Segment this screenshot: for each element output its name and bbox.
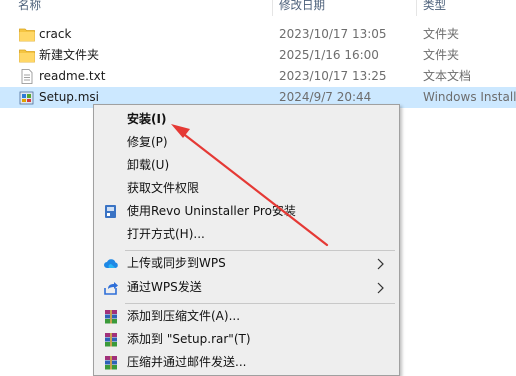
menu-item-label: 修复(P) <box>127 135 168 149</box>
menu-item-label: 添加到压缩文件(A)... <box>127 309 241 323</box>
menu-item-label: 打开方式(H)... <box>127 227 205 241</box>
menu-item-label: 卸载(U) <box>127 158 170 172</box>
cloud-icon <box>104 259 118 268</box>
file-type: 文件夹 <box>423 27 460 41</box>
column-name-header[interactable]: 名称 <box>18 0 41 13</box>
winrar-icon <box>105 310 117 324</box>
file-name: readme.txt <box>39 69 106 83</box>
chevron-right-icon <box>377 282 384 294</box>
menu-item-install[interactable]: 安装(I) <box>94 108 399 131</box>
file-date: 2023/10/17 13:25 <box>279 69 387 83</box>
menu-item-label: 添加到 "Setup.rar"(T) <box>127 332 251 346</box>
menu-item-uninstall[interactable]: 卸载(U) <box>94 154 399 177</box>
menu-item-upload-wps[interactable]: 上传或同步到WPS <box>94 252 399 275</box>
menu-item-send-wps[interactable]: 通过WPS发送 <box>94 276 399 299</box>
file-name: Setup.msi <box>39 90 100 104</box>
text-file-icon <box>21 69 33 84</box>
file-type: 文本文档 <box>423 69 472 83</box>
folder-icon <box>19 49 35 63</box>
winrar-icon <box>105 333 117 347</box>
menu-item-repair[interactable]: 修复(P) <box>94 131 399 154</box>
file-row-new-folder[interactable]: 新建文件夹 2025/1/16 16:00 文件夹 <box>0 45 516 66</box>
menu-item-label: 使用Revo Uninstaller Pro安装 <box>127 204 296 218</box>
revo-uninstaller-icon <box>105 205 116 218</box>
menu-item-label: 上传或同步到WPS <box>127 256 226 270</box>
file-type: 文件夹 <box>423 48 460 62</box>
menu-item-label: 安装(I) <box>127 112 167 126</box>
column-divider[interactable] <box>416 0 417 16</box>
file-row-crack[interactable]: crack 2023/10/17 13:05 文件夹 <box>0 24 516 45</box>
file-row-readme[interactable]: readme.txt 2023/10/17 13:25 文本文档 <box>0 66 516 87</box>
menu-item-label: 通过WPS发送 <box>127 280 202 294</box>
winrar-icon <box>105 356 117 370</box>
folder-icon <box>19 28 35 42</box>
msi-installer-icon <box>19 91 34 105</box>
menu-item-add-to-archive[interactable]: 添加到压缩文件(A)... <box>94 305 399 328</box>
context-menu: 安装(I) 修复(P) 卸载(U) 获取文件权限 使用Revo Uninstal… <box>93 104 400 376</box>
menu-item-add-to-rar[interactable]: 添加到 "Setup.rar"(T) <box>94 328 399 351</box>
column-header: 名称 修改日期 类型 <box>0 0 516 16</box>
menu-item-label: 压缩并通过邮件发送... <box>127 355 247 369</box>
menu-item-revo-uninstaller[interactable]: 使用Revo Uninstaller Pro安装 <box>94 200 399 223</box>
file-type: Windows Install... <box>423 90 516 104</box>
column-divider[interactable] <box>272 0 273 16</box>
menu-item-open-with[interactable]: 打开方式(H)... <box>94 223 399 246</box>
menu-item-label: 获取文件权限 <box>127 181 200 195</box>
share-icon <box>104 282 118 295</box>
chevron-right-icon <box>377 258 384 270</box>
menu-item-take-ownership[interactable]: 获取文件权限 <box>94 177 399 200</box>
menu-separator <box>125 250 395 251</box>
column-date-header[interactable]: 修改日期 <box>279 0 325 13</box>
file-date: 2025/1/16 16:00 <box>279 48 379 62</box>
menu-item-compress-email[interactable]: 压缩并通过邮件发送... <box>94 351 399 374</box>
file-date: 2023/10/17 13:05 <box>279 27 387 41</box>
column-type-header[interactable]: 类型 <box>423 0 446 13</box>
file-name: 新建文件夹 <box>39 48 100 62</box>
menu-separator <box>125 303 395 304</box>
file-name: crack <box>39 27 72 41</box>
